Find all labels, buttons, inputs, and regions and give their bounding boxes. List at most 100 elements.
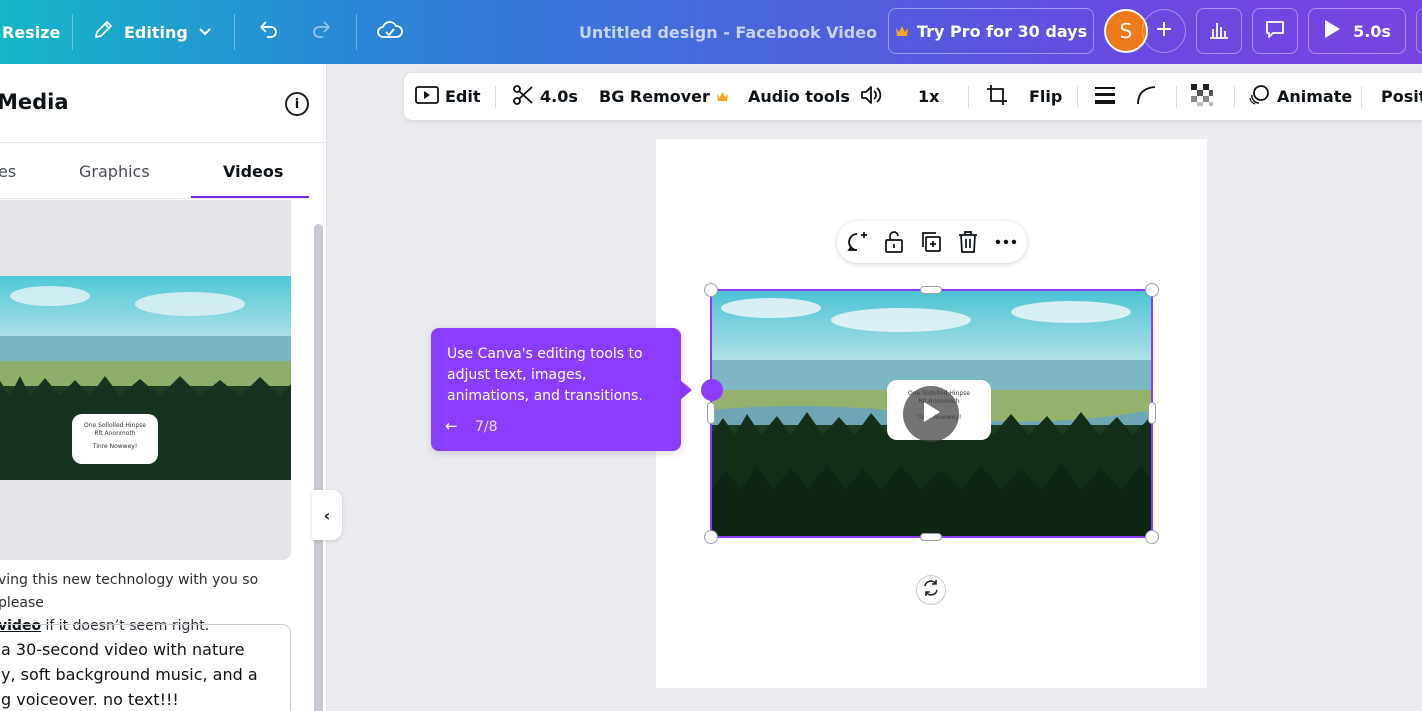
- active-tab-indicator: [191, 196, 309, 198]
- speech-bubble: One Sollolled Hinpse Rlt Anonmoth Tinre …: [72, 414, 158, 464]
- prompt-line: a 30-second video with nature: [1, 640, 245, 659]
- position-label: Posit: [1381, 87, 1422, 106]
- redo-button[interactable]: [310, 0, 334, 64]
- border-style-button[interactable]: [1093, 73, 1117, 120]
- redo-icon: [310, 18, 334, 46]
- element-toolbar: Edit 4.0s BG Remover Audio tools 1x Flip: [404, 73, 1422, 120]
- corner-rounding-icon: [1135, 84, 1159, 110]
- cloud-check-icon: [376, 18, 404, 46]
- divider: [0, 142, 326, 143]
- animate-label: Animate: [1277, 87, 1353, 106]
- resize-button[interactable]: Resize: [2, 0, 60, 64]
- resize-handle[interactable]: [920, 286, 942, 294]
- video-icon: [415, 85, 439, 109]
- back-arrow-icon[interactable]: ←: [445, 417, 458, 435]
- top-bar: Resize Editing Untitled design - Faceboo…: [0, 0, 1422, 64]
- animate-button[interactable]: Animate: [1247, 73, 1352, 120]
- editing-label: Editing: [124, 22, 188, 42]
- resize-handle[interactable]: [1145, 530, 1159, 544]
- rotate-button[interactable]: [916, 575, 946, 605]
- more-options-icon[interactable]: [994, 230, 1018, 254]
- collapse-panel-button[interactable]: ‹: [312, 490, 342, 540]
- info-icon[interactable]: i: [285, 92, 309, 116]
- share-button[interactable]: [1416, 8, 1422, 54]
- corner-rounding-button[interactable]: [1135, 73, 1159, 120]
- rotate-icon: [922, 579, 940, 601]
- resize-handle[interactable]: [1145, 283, 1159, 297]
- pencil-icon: [92, 19, 114, 45]
- onboarding-tooltip: Use Canva's editing tools to adjust text…: [431, 328, 681, 451]
- divider: [0, 198, 309, 199]
- trim-button[interactable]: 4.0s: [512, 73, 578, 120]
- divider: [1234, 86, 1235, 108]
- edit-video-button[interactable]: Edit: [415, 73, 481, 120]
- crop-button[interactable]: [985, 73, 1009, 120]
- try-pro-label: Try Pro for 30 days: [916, 21, 1088, 41]
- add-comment-icon[interactable]: [845, 230, 869, 254]
- lock-icon[interactable]: [882, 230, 906, 254]
- trash-icon[interactable]: [956, 230, 980, 254]
- insights-button[interactable]: [1196, 8, 1242, 54]
- play-duration-label: 5.0s: [1353, 21, 1391, 41]
- resize-handle[interactable]: [704, 283, 718, 297]
- crown-icon: [716, 87, 729, 106]
- transparency-icon: [1190, 83, 1214, 111]
- tooltip-anchor-dot: [701, 379, 723, 401]
- note-text: ving this new technology with you so ple…: [0, 572, 259, 611]
- resize-handle[interactable]: [704, 530, 718, 544]
- try-pro-button[interactable]: Try Pro for 30 days: [888, 8, 1094, 54]
- flip-button[interactable]: Flip: [1029, 73, 1062, 120]
- add-collaborator-button[interactable]: [1142, 9, 1186, 53]
- resize-handle[interactable]: [1148, 402, 1156, 424]
- speed-button[interactable]: 1x: [918, 73, 939, 120]
- prompt-line: y, soft background music, and a: [1, 665, 258, 684]
- undo-icon: [256, 18, 280, 46]
- editing-mode-button[interactable]: Editing: [92, 0, 212, 64]
- edit-label: Edit: [445, 87, 481, 106]
- tooltip-pointer: [680, 380, 692, 400]
- animate-icon: [1247, 83, 1271, 111]
- divider: [72, 14, 73, 50]
- resize-handle[interactable]: [707, 402, 715, 424]
- undo-button[interactable]: [256, 0, 280, 64]
- tab-images[interactable]: es: [0, 162, 16, 181]
- save-status-button[interactable]: [376, 0, 404, 64]
- transparency-button[interactable]: [1190, 73, 1214, 120]
- volume-button[interactable]: [859, 73, 883, 120]
- scissors-icon: [512, 84, 534, 110]
- comments-button[interactable]: [1252, 8, 1298, 54]
- bubble-line: Tinre Nowwey!: [92, 443, 138, 450]
- divider: [356, 14, 357, 50]
- bg-remover-button[interactable]: BG Remover: [599, 73, 729, 120]
- element-quick-actions: [837, 221, 1027, 263]
- position-button[interactable]: Posit: [1381, 73, 1422, 120]
- scrollbar[interactable]: [314, 224, 323, 711]
- border-style-icon: [1093, 84, 1117, 110]
- bg-remover-label: BG Remover: [599, 87, 710, 106]
- prompt-textarea[interactable]: a 30-second video with nature y, soft ba…: [0, 624, 291, 711]
- resize-label: Resize: [2, 22, 61, 42]
- duplicate-icon[interactable]: [919, 230, 943, 254]
- crop-icon: [985, 83, 1009, 111]
- plus-icon: [1155, 20, 1173, 42]
- chevron-left-icon: ‹: [323, 505, 331, 525]
- panel-title: Media: [0, 90, 69, 114]
- audio-tools-button[interactable]: Audio tools: [748, 73, 850, 120]
- generated-video-card[interactable]: One Sollolled Hinpse Rlt Anonmoth Tinre …: [0, 200, 291, 560]
- divider: [495, 86, 496, 108]
- divider: [968, 86, 969, 108]
- selection-outline: [710, 289, 1153, 538]
- speaker-icon: [859, 84, 883, 110]
- chevron-down-icon: [198, 23, 212, 42]
- tooltip-step-counter: 7/8: [475, 419, 498, 435]
- design-title[interactable]: Untitled design - Facebook Video: [560, 0, 896, 64]
- tab-videos[interactable]: Videos: [223, 162, 283, 181]
- bar-chart-icon: [1207, 17, 1231, 45]
- bubble-line: One Sollolled Hinpse: [84, 422, 146, 429]
- prompt-line: g voiceover. no text!!!: [1, 690, 179, 709]
- tab-graphics[interactable]: Graphics: [79, 162, 150, 181]
- divider: [1176, 86, 1177, 108]
- play-preview-button[interactable]: 5.0s: [1308, 8, 1406, 54]
- divider: [1077, 86, 1078, 108]
- resize-handle[interactable]: [920, 533, 942, 541]
